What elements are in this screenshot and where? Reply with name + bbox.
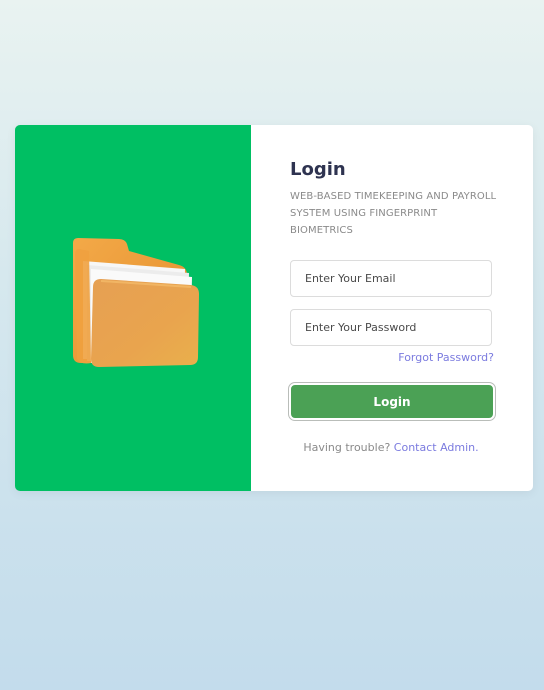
help-text: Having trouble? Contact Admin.	[290, 441, 492, 454]
login-form-panel: Login WEB-BASED TIMEKEEPING AND PAYROLL …	[251, 125, 533, 491]
email-field[interactable]	[290, 260, 492, 297]
folder-icon	[73, 238, 199, 367]
illustration-panel	[15, 125, 251, 491]
login-button[interactable]: Login	[288, 382, 496, 421]
password-field[interactable]	[290, 309, 492, 346]
page-title: Login	[290, 159, 346, 180]
contact-admin-link[interactable]: Contact Admin.	[394, 441, 479, 454]
login-card: Login WEB-BASED TIMEKEEPING AND PAYROLL …	[15, 125, 533, 491]
system-subtitle: WEB-BASED TIMEKEEPING AND PAYROLL SYSTEM…	[290, 191, 497, 236]
trouble-label: Having trouble?	[303, 441, 394, 454]
forgot-password-link[interactable]: Forgot Password?	[398, 351, 494, 364]
